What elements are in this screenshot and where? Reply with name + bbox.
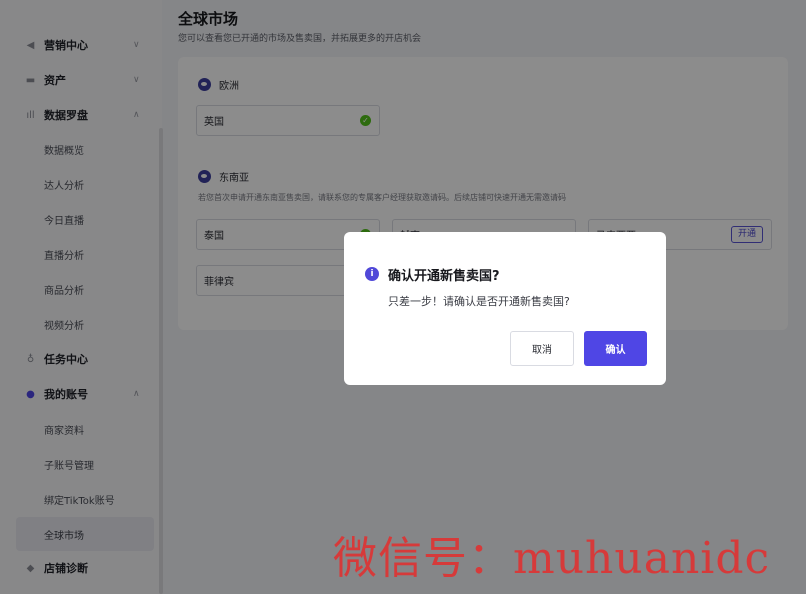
cancel-button[interactable]: 取消 bbox=[510, 331, 574, 366]
confirm-button[interactable]: 确认 bbox=[584, 331, 647, 366]
watermark-text: 微信号：muhuanidc bbox=[333, 533, 771, 584]
info-icon: i bbox=[365, 267, 379, 281]
confirm-dialog: i 确认开通新售卖国? 只差一步！请确认是否开通新售卖国? 取消 确认 bbox=[344, 232, 666, 385]
dialog-title: 确认开通新售卖国? bbox=[388, 269, 500, 284]
dialog-message: 只差一步！请确认是否开通新售卖国? bbox=[388, 295, 570, 308]
